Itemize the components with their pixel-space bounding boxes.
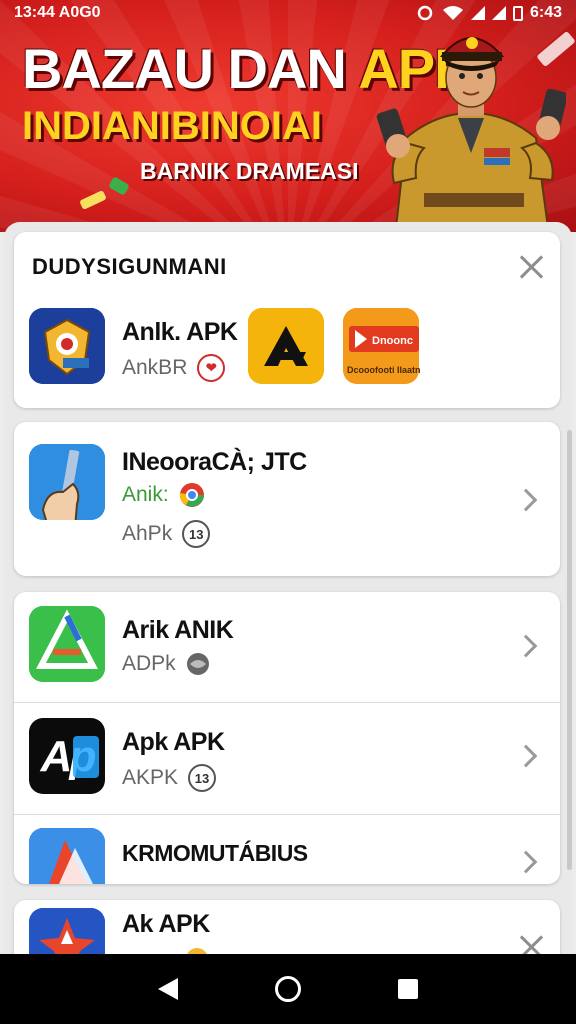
app-name[interactable]: Arik ANIK [122,616,234,645]
app-name[interactable]: KRMOMUTÁBIUS [122,840,308,867]
system-nav-bar [0,954,576,1024]
app-meta: AnkBR ❤ [122,354,226,382]
close-icon[interactable] [516,252,546,282]
app-name[interactable]: Anlk. APK [122,318,238,347]
wifi-icon [442,6,463,20]
status-time-left: 13:44 A0G0 [14,4,101,21]
signal-icon [491,6,506,20]
video-thumb-label: Dnoonc [372,335,413,347]
featured-card: DUDYSIGUNMANI Anlk. APK AnkBR ❤ Dnoonc D… [14,232,560,408]
app-meta: ADPk [122,652,210,676]
chevron-right-icon[interactable] [514,744,538,768]
app-meta: AKPK 13 [122,764,217,792]
row-divider [14,702,560,703]
nav-home-icon[interactable] [274,976,301,1002]
status-time-right: 6:43 [529,4,562,21]
app-name[interactable]: Apk APK [122,728,225,757]
banner-subtitle: INDIANIBINOIAI [22,104,322,148]
app-meta-text: Anik: [122,483,169,506]
app-meta: Anik: [122,482,205,508]
globe-icon [186,653,209,675]
app-icon-ap[interactable]: Ap [29,718,105,794]
app-icon-emblem[interactable] [29,308,105,384]
chevron-right-icon[interactable] [514,850,538,874]
age-badge: 13 [188,764,217,792]
chrome-icon [179,483,204,507]
rating-badge-icon: ❤ [197,354,226,382]
battery-icon [512,5,523,21]
age-badge: 13 [182,520,211,548]
scrollbar[interactable] [567,430,572,870]
app-meta-text: ADPk [122,652,176,675]
app-icon-stack[interactable] [29,828,105,884]
app-meta-text: AKPK [122,766,179,789]
app-list-card[interactable]: INeooraCÀ; JTC Anik: AhPk 13 [14,422,560,576]
app-name[interactable]: Ak APK [122,910,210,939]
signal-icon [470,6,485,20]
app-meta: AhPk 13 [122,520,211,548]
app-icon-arrow[interactable] [248,308,324,384]
app-icon-triangle[interactable] [29,606,105,682]
chevron-right-icon[interactable] [514,634,538,658]
app-name[interactable]: INeooraCÀ; JTC [122,448,307,477]
status-bar: 13:44 A0G0 6:43 [0,0,576,26]
app-meta-text: AhPk [122,522,173,545]
app-list-card: Arik ANIK ADPk Ap Apk APK AKPK 13 KRMOMU… [14,592,560,884]
nav-recent-icon[interactable] [397,979,418,999]
promo-banner[interactable]: BAZAU DAN APK INDIANIBINOIAI BARNIK DRAM… [0,0,576,232]
officer-illustration [376,37,566,228]
video-thumb-caption: Dcooofooti Ilaatn [347,365,421,375]
banner-tagline: BARNIK DRAMEASI [140,158,359,184]
location-icon [417,5,433,21]
nav-back-icon[interactable] [158,978,179,1000]
app-icon-hand[interactable] [29,444,105,520]
app-meta-text: AnkBR [122,356,188,379]
chevron-right-icon[interactable] [514,488,538,512]
row-divider [14,814,560,815]
card-title: DUDYSIGUNMANI [32,254,227,279]
